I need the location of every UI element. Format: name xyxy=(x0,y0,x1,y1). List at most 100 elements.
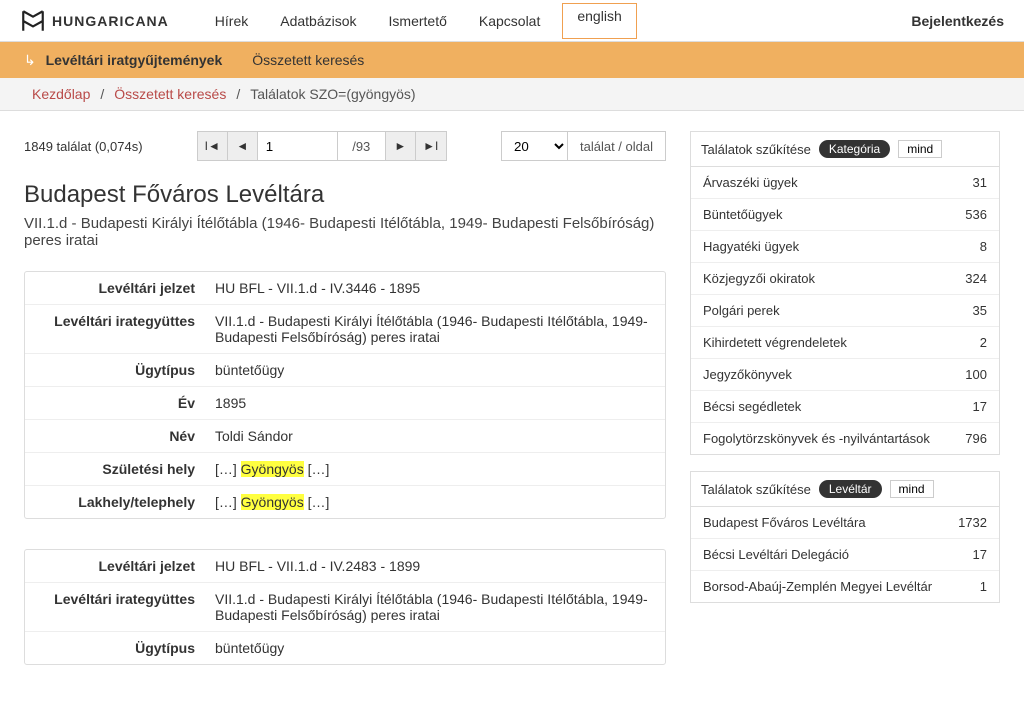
field-label: Év xyxy=(25,387,205,419)
pager-next-icon[interactable]: ► xyxy=(386,132,416,160)
filter-header: Találatok szűkítése Kategória mind xyxy=(691,132,999,167)
filter-item-name: Bécsi segédletek xyxy=(703,399,801,414)
filter-item[interactable]: Polgári perek 35 xyxy=(691,295,999,327)
filter-header: Találatok szűkítése Levéltár mind xyxy=(691,472,999,507)
field-value: VII.1.d - Budapesti Királyi Ítélőtábla (… xyxy=(205,583,665,631)
highlight: Gyöngyös xyxy=(241,461,304,477)
filter-item-count: 8 xyxy=(980,239,987,254)
per-page-select[interactable]: 20 xyxy=(502,132,568,160)
filter-item-name: Hagyatéki ügyek xyxy=(703,239,799,254)
filter-item[interactable]: Bécsi Levéltári Delegáció 17 xyxy=(691,539,999,571)
result-count: 1849 találat (0,074s) xyxy=(24,139,143,154)
field-label: Ügytípus xyxy=(25,354,205,386)
nav-english[interactable]: english xyxy=(562,3,636,39)
filter-item-name: Budapest Főváros Levéltára xyxy=(703,515,866,530)
filter-pill-category: Kategória xyxy=(819,140,890,158)
logo-text: HUNGARICANA xyxy=(52,13,169,29)
nav-kapcsolat[interactable]: Kapcsolat xyxy=(463,3,556,39)
login-link[interactable]: Bejelentkezés xyxy=(911,13,1004,29)
filter-all-button[interactable]: mind xyxy=(898,140,942,158)
field-value: büntetőügy xyxy=(205,632,665,664)
filter-item-name: Bécsi Levéltári Delegáció xyxy=(703,547,849,562)
crumb-sep: / xyxy=(236,86,240,102)
filter-pill-archive: Levéltár xyxy=(819,480,882,498)
per-page-label: találat / oldal xyxy=(568,139,665,154)
filter-category: Találatok szűkítése Kategória mind Árvas… xyxy=(690,131,1000,455)
filter-item-name: Fogolytörzskönyvek és -nyilvántartások xyxy=(703,431,930,446)
archive-title: Budapest Főváros Levéltára xyxy=(24,181,666,209)
filter-item[interactable]: Közjegyzői okiratok324 xyxy=(691,263,999,295)
pager-first-icon[interactable]: I◄ xyxy=(198,132,228,160)
filter-item-count: 536 xyxy=(965,207,987,222)
pager-total: /93 xyxy=(338,132,386,160)
filter-item[interactable]: Büntetőügyek 536 xyxy=(691,199,999,231)
nav-ismerteto[interactable]: Ismertető xyxy=(373,3,463,39)
filter-item-name: Kihirdetett végrendeletek xyxy=(703,335,847,350)
sub-nav: ↳ Levéltári iratgyűjtemények Összetett k… xyxy=(0,42,1024,78)
filter-archive: Találatok szűkítése Levéltár mind Budape… xyxy=(690,471,1000,603)
field-label: Ügytípus xyxy=(25,632,205,664)
field-label: Név xyxy=(25,420,205,452)
crumb-current: Találatok SZO=(gyöngyös) xyxy=(250,86,415,102)
pager-prev-icon[interactable]: ◄ xyxy=(228,132,258,160)
filter-item[interactable]: Hagyatéki ügyek 8 xyxy=(691,231,999,263)
result-record[interactable]: Levéltári jelzetHU BFL - VII.1.d - IV.24… xyxy=(24,549,666,665)
filter-item-count: 1732 xyxy=(958,515,987,530)
field-label: Levéltári jelzet xyxy=(25,550,205,582)
field-label: Levéltári irategyüttes xyxy=(25,583,205,631)
subnav-main[interactable]: ↳ Levéltári iratgyűjtemények xyxy=(24,52,222,69)
filter-item-count: 31 xyxy=(973,175,987,190)
crumb-sep: / xyxy=(100,86,104,102)
per-page: 20 találat / oldal xyxy=(501,131,666,161)
filter-item[interactable]: Kihirdetett végrendeletek 2 xyxy=(691,327,999,359)
pager: I◄ ◄ /93 ► ►I xyxy=(197,131,447,161)
field-value: büntetőügy xyxy=(205,354,665,386)
field-label: Levéltári irategyüttes xyxy=(25,305,205,353)
filter-item-name: Borsod-Abaúj-Zemplén Megyei Levéltár xyxy=(703,579,932,594)
filter-item[interactable]: Jegyzőkönyvek 100 xyxy=(691,359,999,391)
filter-item[interactable]: Borsod-Abaúj-Zemplén Megyei Levéltár 1 xyxy=(691,571,999,602)
field-value: […] Gyöngyös […] xyxy=(205,453,665,485)
archive-subtitle: VII.1.d - Budapesti Királyi Ítélőtábla (… xyxy=(24,215,666,249)
filter-item-count: 35 xyxy=(973,303,987,318)
filter-title: Találatok szűkítése xyxy=(701,482,811,497)
subnav-search[interactable]: Összetett keresés xyxy=(252,52,364,68)
field-value: HU BFL - VII.1.d - IV.2483 - 1899 xyxy=(205,550,665,582)
filter-all-button[interactable]: mind xyxy=(890,480,934,498)
pager-page-input[interactable] xyxy=(258,132,338,160)
result-header: 1849 találat (0,074s) I◄ ◄ /93 ► ►I 20 t… xyxy=(24,131,666,161)
crumb-home[interactable]: Kezdőlap xyxy=(32,86,90,102)
highlight: Gyöngyös xyxy=(241,494,304,510)
top-nav: HUNGARICANA Hírek Adatbázisok Ismertető … xyxy=(0,0,1024,42)
filter-item-count: 1 xyxy=(980,579,987,594)
crumb-search[interactable]: Összetett keresés xyxy=(114,86,226,102)
filter-item[interactable]: Fogolytörzskönyvek és -nyilvántartások 79… xyxy=(691,423,999,454)
filter-item-count: 17 xyxy=(973,547,987,562)
logo[interactable]: HUNGARICANA xyxy=(20,8,169,34)
field-value: HU BFL - VII.1.d - IV.3446 - 1895 xyxy=(205,272,665,304)
field-value: 1895 xyxy=(205,387,665,419)
filter-item-name: Árvaszéki ügyek xyxy=(703,175,798,190)
breadcrumb: Kezdőlap / Összetett keresés / Találatok… xyxy=(0,78,1024,111)
filter-item-name: Jegyzőkönyvek xyxy=(703,367,792,382)
nav-hirek[interactable]: Hírek xyxy=(199,3,264,39)
filter-item-name: Közjegyzői okiratok xyxy=(703,271,815,286)
nav-links: Hírek Adatbázisok Ismertető Kapcsolat en… xyxy=(199,3,637,39)
filter-item-count: 2 xyxy=(980,335,987,350)
filter-title: Találatok szűkítése xyxy=(701,142,811,157)
filter-item[interactable]: Budapest Főváros Levéltára 1732 xyxy=(691,507,999,539)
filter-item[interactable]: Bécsi segédletek 17 xyxy=(691,391,999,423)
pager-last-icon[interactable]: ►I xyxy=(416,132,446,160)
logo-icon xyxy=(20,8,46,34)
result-record[interactable]: Levéltári jelzetHU BFL - VII.1.d - IV.34… xyxy=(24,271,666,519)
nav-adatbazisok[interactable]: Adatbázisok xyxy=(264,3,372,39)
filter-item-name: Polgári perek xyxy=(703,303,780,318)
field-label: Levéltári jelzet xyxy=(25,272,205,304)
filter-item-count: 100 xyxy=(965,367,987,382)
field-value: […] Gyöngyös […] xyxy=(205,486,665,518)
filter-item-name: Büntetőügyek xyxy=(703,207,783,222)
filter-item[interactable]: Árvaszéki ügyek 31 xyxy=(691,167,999,199)
filter-item-count: 17 xyxy=(973,399,987,414)
filter-item-count: 796 xyxy=(965,431,987,446)
field-value: VII.1.d - Budapesti Királyi Ítélőtábla (… xyxy=(205,305,665,353)
